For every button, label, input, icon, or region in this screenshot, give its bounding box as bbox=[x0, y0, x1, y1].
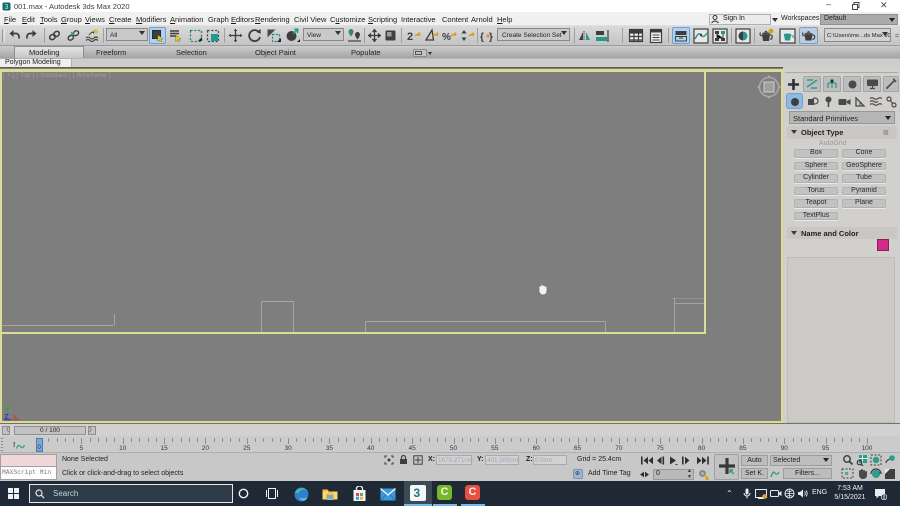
svg-text:{: { bbox=[480, 32, 484, 43]
svg-text:2: 2 bbox=[407, 31, 413, 43]
svg-text:3: 3 bbox=[5, 4, 9, 11]
svg-text:}: } bbox=[489, 32, 493, 43]
svg-text:%: % bbox=[442, 32, 451, 43]
svg-text:8: 8 bbox=[883, 495, 886, 500]
